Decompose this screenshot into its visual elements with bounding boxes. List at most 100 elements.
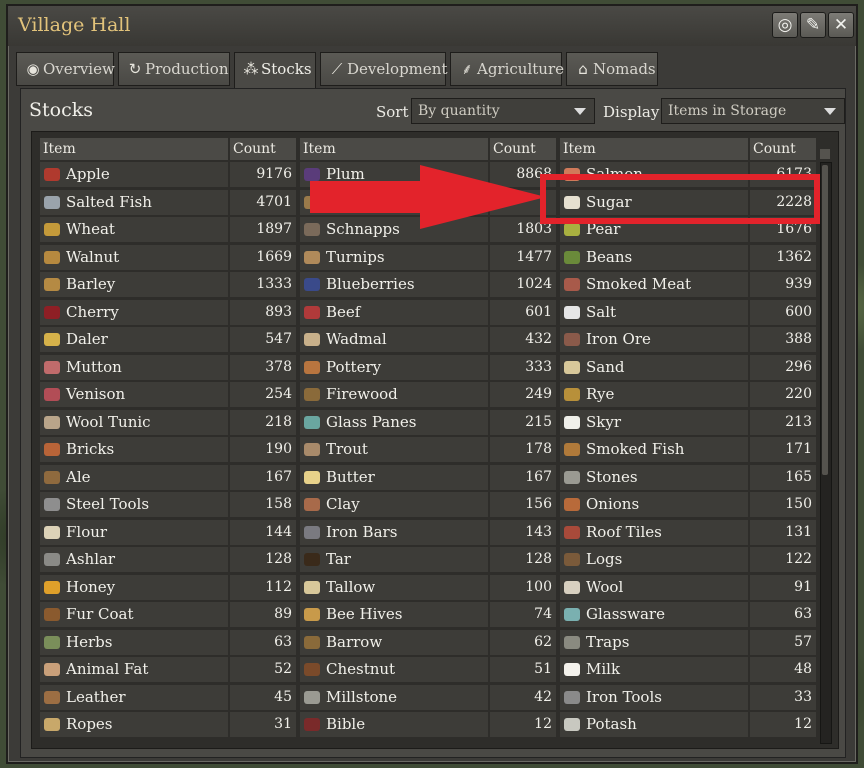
table-row[interactable]: Fur Coat 89 xyxy=(40,600,296,628)
table-row[interactable]: Skyr 213 xyxy=(560,408,816,436)
tab-development[interactable]: ⟋ Development xyxy=(320,52,448,86)
table-row[interactable]: Potash 12 xyxy=(560,710,816,738)
table-row[interactable]: Milk 48 xyxy=(560,655,816,683)
item-icon xyxy=(564,498,580,511)
item-name: Ashlar xyxy=(66,550,116,568)
table-row[interactable]: Wadmal 432 xyxy=(300,325,556,353)
item-cell: Beef xyxy=(300,299,488,325)
table-row[interactable]: Bee Hives 74 xyxy=(300,600,556,628)
table-row[interactable]: Bricks 190 xyxy=(40,435,296,463)
table-row[interactable]: Iron Tools 33 xyxy=(560,683,816,711)
table-row[interactable]: Chestnut 51 xyxy=(300,655,556,683)
count-cell: 333 xyxy=(490,354,556,380)
item-icon xyxy=(44,443,60,456)
column-header: Item Count xyxy=(300,138,556,160)
tab-overview[interactable]: ◉ Overview xyxy=(16,52,115,86)
table-row[interactable]: Animal Fat 52 xyxy=(40,655,296,683)
table-row[interactable]: Turnips 1477 xyxy=(300,243,556,271)
table-row[interactable]: Blueberries 1024 xyxy=(300,270,556,298)
table-row[interactable]: Clay 156 xyxy=(300,490,556,518)
header-count[interactable]: Count xyxy=(230,138,296,160)
panel-title: Stocks xyxy=(29,99,93,121)
scroll-up-arrow[interactable] xyxy=(820,149,830,159)
table-row[interactable]: Mutton 378 xyxy=(40,353,296,381)
sort-dropdown[interactable]: By quantity xyxy=(411,98,595,124)
item-cell: Bricks xyxy=(40,437,228,462)
count-cell: 600 xyxy=(750,299,816,325)
tab-stocks[interactable]: ⁂ Stocks xyxy=(234,52,316,88)
item-icon xyxy=(44,250,60,264)
header-item[interactable]: Item xyxy=(300,138,488,160)
header-item[interactable]: Item xyxy=(560,138,748,160)
item-cell: Venison xyxy=(40,382,228,407)
table-row[interactable]: Beef 601 xyxy=(300,298,556,326)
target-button[interactable]: ◎ xyxy=(772,12,798,38)
table-row[interactable]: Wool Tunic 218 xyxy=(40,408,296,436)
table-row[interactable]: Glass Panes 215 xyxy=(300,408,556,436)
tab-agriculture[interactable]: ⸙ Agriculture xyxy=(450,52,564,86)
item-name: Cherry xyxy=(66,302,119,321)
titlebar[interactable]: Village Hall ◎ ✎ ✕ xyxy=(8,6,856,46)
table-row[interactable]: Daler 547 xyxy=(40,325,296,353)
header-item[interactable]: Item xyxy=(40,138,228,160)
table-row[interactable]: Traps 57 xyxy=(560,628,816,656)
table-row[interactable]: Tar 128 xyxy=(300,545,556,573)
item-cell: Onions xyxy=(560,492,748,517)
count-cell: 432 xyxy=(490,327,556,352)
table-row[interactable]: Venison 254 xyxy=(40,380,296,408)
table-row[interactable]: Wheat 1897 xyxy=(40,215,296,243)
item-icon xyxy=(304,250,320,264)
table-row[interactable]: Cherry 893 xyxy=(40,298,296,326)
table-row[interactable]: Honey 112 xyxy=(40,573,296,601)
table-row[interactable]: Apple 9176 xyxy=(40,160,296,188)
table-row[interactable]: Barley 1333 xyxy=(40,270,296,298)
table-row[interactable]: Beans 1362 xyxy=(560,243,816,271)
table-row[interactable]: Pottery 333 xyxy=(300,353,556,381)
table-row[interactable]: Logs 122 xyxy=(560,545,816,573)
count-cell: 128 xyxy=(490,547,556,572)
table-row[interactable]: Steel Tools 158 xyxy=(40,490,296,518)
table-row[interactable]: Ale 167 xyxy=(40,463,296,491)
count-cell: 158 xyxy=(230,492,296,517)
item-icon xyxy=(304,663,320,676)
table-row[interactable]: Sand 296 xyxy=(560,353,816,381)
table-row[interactable]: Roof Tiles 131 xyxy=(560,518,816,546)
table-row[interactable]: Leather 45 xyxy=(40,683,296,711)
table-row[interactable]: Wool 91 xyxy=(560,573,816,601)
table-row[interactable]: Firewood 249 xyxy=(300,380,556,408)
tab-nomads[interactable]: ⌂ Nomads xyxy=(566,52,658,86)
tab-production[interactable]: ↻ Production xyxy=(118,52,230,86)
table-row[interactable]: Stones 165 xyxy=(560,463,816,491)
count-cell: 215 xyxy=(490,409,556,435)
table-row[interactable]: Flour 144 xyxy=(40,518,296,546)
tab-label: Development xyxy=(347,60,448,78)
table-row[interactable]: Salted Fish 4701 xyxy=(40,188,296,216)
pin-button[interactable]: ✎ xyxy=(800,12,826,38)
scrollbar[interactable] xyxy=(820,149,832,744)
table-row[interactable]: Smoked Meat 939 xyxy=(560,270,816,298)
table-row[interactable]: Walnut 1669 xyxy=(40,243,296,271)
table-row[interactable]: Salt 600 xyxy=(560,298,816,326)
header-count[interactable]: Count xyxy=(490,138,556,160)
table-row[interactable]: Onions 150 xyxy=(560,490,816,518)
table-row[interactable]: Smoked Fish 171 xyxy=(560,435,816,463)
table-row[interactable]: Rye 220 xyxy=(560,380,816,408)
table-row[interactable]: Bible 12 xyxy=(300,710,556,738)
table-row[interactable]: Tallow 100 xyxy=(300,573,556,601)
table-row[interactable]: Glassware 63 xyxy=(560,600,816,628)
count-cell: 57 xyxy=(750,629,816,655)
table-row[interactable]: Barrow 62 xyxy=(300,628,556,656)
table-row[interactable]: Ashlar 128 xyxy=(40,545,296,573)
table-row[interactable]: Iron Bars 143 xyxy=(300,518,556,546)
header-count[interactable]: Count xyxy=(750,138,816,160)
scroll-thumb[interactable] xyxy=(822,165,828,475)
table-row[interactable]: Butter 167 xyxy=(300,463,556,491)
table-row[interactable]: Ropes 31 xyxy=(40,710,296,738)
table-row[interactable]: Herbs 63 xyxy=(40,628,296,656)
display-dropdown[interactable]: Items in Storage xyxy=(661,98,845,124)
close-button[interactable]: ✕ xyxy=(828,12,854,38)
count-cell: 51 xyxy=(490,657,556,682)
table-row[interactable]: Iron Ore 388 xyxy=(560,325,816,353)
table-row[interactable]: Trout 178 xyxy=(300,435,556,463)
table-row[interactable]: Millstone 42 xyxy=(300,683,556,711)
